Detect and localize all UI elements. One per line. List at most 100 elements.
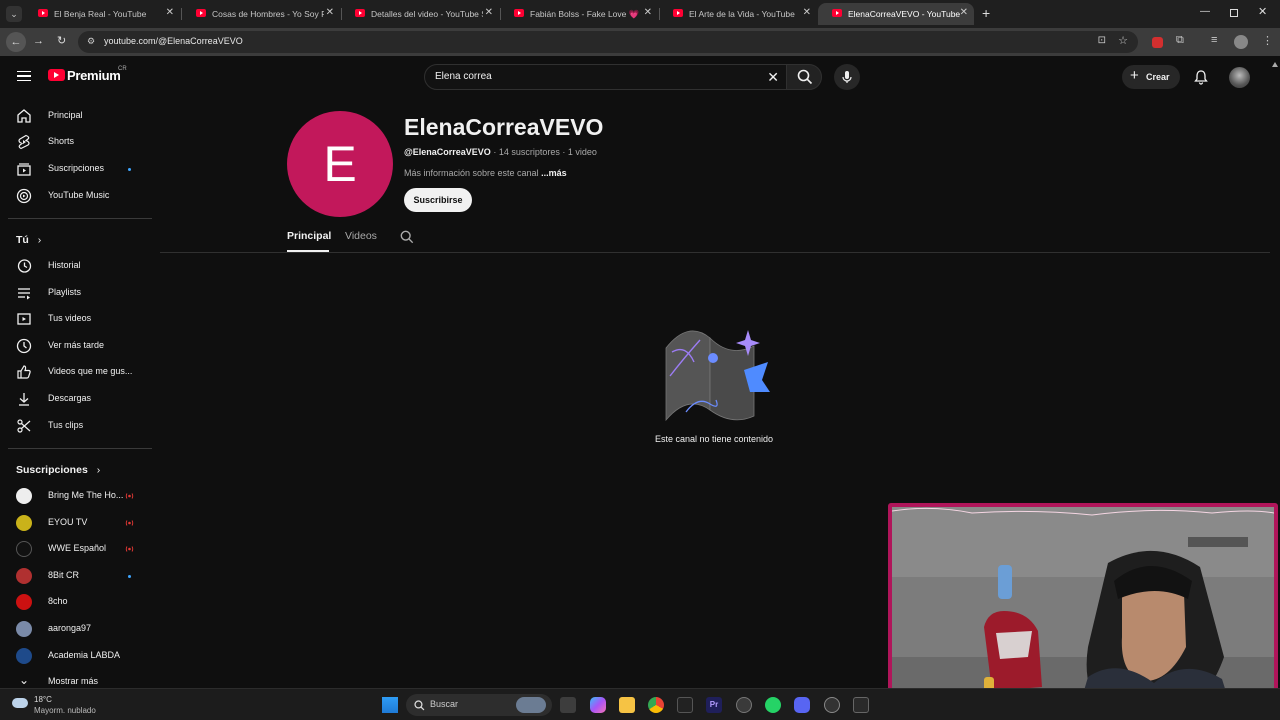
sidebar-item-label: Descargas — [48, 393, 92, 403]
browser-menu-icon[interactable]: ⋮ — [1262, 34, 1273, 47]
guide-menu-icon[interactable] — [17, 71, 31, 81]
channel-metadata: @ElenaCorreaVEVO · 14 suscriptores · 1 v… — [404, 147, 597, 157]
bookmark-star-icon[interactable]: ☆ — [1118, 34, 1128, 47]
channel-name: Bring Me The Ho... — [48, 490, 124, 500]
scroll-up-arrow-icon[interactable] — [1272, 62, 1278, 67]
channel-search-icon[interactable] — [400, 230, 414, 244]
search-button[interactable] — [786, 64, 822, 90]
sidebar-item-youtube-music[interactable]: YouTube Music — [0, 183, 152, 209]
sidebar-item-downloads[interactable]: Descargas — [0, 386, 152, 412]
media-controls-icon[interactable]: ≡ — [1211, 34, 1217, 46]
new-tab-icon[interactable]: + — [982, 5, 990, 21]
extensions-icon[interactable]: ⧉ — [1176, 34, 1184, 47]
chrome-icon[interactable] — [648, 697, 664, 713]
sidebar-channel-item[interactable]: Academia LABDA — [0, 643, 152, 669]
create-label: Crear — [1146, 72, 1170, 82]
capcut-icon[interactable] — [677, 697, 693, 713]
weather-widget[interactable]: 18°C Mayorm. nublado — [8, 692, 108, 718]
youtube-music-icon — [16, 188, 32, 204]
browser-tab[interactable]: Cosas de Hombres - Yo Soy Po ✕ — [182, 3, 340, 25]
sidebar-item-shorts[interactable]: Shorts — [0, 129, 152, 155]
sidebar-item-your-videos[interactable]: Tus videos — [0, 306, 152, 332]
minimize-icon[interactable]: — — [1200, 6, 1210, 17]
close-tab-icon[interactable]: ✕ — [485, 7, 493, 18]
media-player-icon[interactable] — [824, 697, 840, 713]
browser-tab[interactable]: El Benja Real - YouTube ✕ — [24, 3, 180, 25]
browser-tab[interactable]: Fabián Bolss - Fake Love 💗 (Vi ✕ — [500, 3, 658, 25]
voice-search-button[interactable] — [834, 64, 860, 90]
close-tab-icon[interactable]: ✕ — [803, 7, 811, 18]
windows-start-icon[interactable] — [382, 697, 398, 713]
channel-avatar — [16, 594, 32, 610]
reload-icon[interactable]: ↻ — [57, 34, 66, 47]
subscriber-count: 14 suscriptores — [498, 147, 560, 157]
account-avatar[interactable] — [1229, 67, 1250, 88]
weather-description: Mayorm. nublado — [34, 706, 96, 715]
sidebar-item-playlists[interactable]: Playlists — [0, 280, 152, 306]
plus-icon: + — [1130, 67, 1139, 84]
sidebar-channel-item[interactable]: WWE Español — [0, 536, 152, 562]
tab-videos[interactable]: Videos — [345, 230, 377, 242]
copilot-icon[interactable] — [590, 697, 606, 713]
sidebar-item-liked-videos[interactable]: Videos que me gus... — [0, 359, 152, 385]
install-app-icon[interactable]: ⊡ — [1098, 35, 1106, 46]
sidebar-you-heading[interactable]: Tú › — [16, 234, 41, 246]
discord-icon[interactable] — [794, 697, 810, 713]
address-bar[interactable]: ⚙ youtube.com/@ElenaCorreaVEVO ⊡ ☆ — [78, 31, 1138, 53]
sidebar-channel-item[interactable]: 8cho — [0, 589, 152, 615]
task-view-icon[interactable] — [560, 697, 576, 713]
sidebar-show-more[interactable]: ⌄ Mostrar más — [0, 669, 152, 688]
capcut-app-icon[interactable] — [853, 697, 869, 713]
sidebar-item-clips[interactable]: Tus clips — [0, 413, 152, 439]
tab-principal[interactable]: Principal — [287, 230, 331, 242]
sidebar-item-watch-later[interactable]: Ver más tarde — [0, 333, 152, 359]
sidebar-subscriptions-heading[interactable]: Suscripciones › — [16, 464, 100, 476]
browser-tab[interactable]: El Arte de la Vida - YouTube ✕ — [659, 3, 817, 25]
taskbar-search-placeholder: Buscar — [430, 699, 459, 709]
taskbar-search[interactable]: Buscar — [406, 694, 552, 716]
subscribe-button[interactable]: Suscribirse — [404, 188, 472, 212]
browser-tab[interactable]: Detalles del video - YouTube St ✕ — [341, 3, 499, 25]
create-button[interactable]: + Crear — [1122, 65, 1180, 89]
back-icon[interactable]: ← — [6, 32, 26, 52]
adblock-extension-icon[interactable] — [1152, 37, 1163, 48]
sidebar-item-subscriptions[interactable]: Suscripciones — [0, 156, 152, 182]
close-window-icon[interactable]: ✕ — [1258, 5, 1267, 18]
profile-avatar-icon[interactable] — [1234, 35, 1248, 49]
sidebar-channel-item[interactable]: aaronga97 — [0, 616, 152, 642]
weather-temperature: 18°C — [34, 695, 52, 704]
sidebar-item-home[interactable]: Principal — [0, 103, 152, 129]
notifications-bell-icon[interactable] — [1193, 69, 1209, 85]
sidebar-channel-item[interactable]: 8Bit CR — [0, 563, 152, 589]
forward-icon[interactable]: → — [33, 35, 44, 47]
tab-title: Cosas de Hombres - Yo Soy Po — [212, 9, 324, 19]
sidebar-item-history[interactable]: Historial — [0, 253, 152, 279]
site-settings-icon[interactable]: ⚙ — [87, 36, 95, 47]
channel-avatar — [16, 621, 32, 637]
search-highlight-icon — [516, 697, 546, 713]
windows-taskbar: 18°C Mayorm. nublado Buscar Pr — [0, 688, 1280, 720]
more-link[interactable]: ...más — [541, 168, 567, 178]
channel-description[interactable]: Más información sobre este canal ...más — [404, 168, 567, 178]
sidebar-channel-item[interactable]: Bring Me The Ho... — [0, 483, 152, 509]
channel-avatar-large: E — [287, 111, 393, 217]
search-icon — [797, 69, 813, 85]
browser-tab-active[interactable]: ElenaCorreaVEVO - YouTube ✕ — [818, 3, 974, 25]
close-tab-icon[interactable]: ✕ — [326, 7, 334, 18]
close-tab-icon[interactable]: ✕ — [960, 7, 968, 18]
maximize-icon[interactable] — [1230, 9, 1238, 17]
sidebar-item-label: Shorts — [48, 136, 75, 146]
whatsapp-icon[interactable] — [765, 697, 781, 713]
channel-name: Academia LABDA — [48, 650, 121, 660]
obs-icon[interactable] — [736, 697, 752, 713]
premiere-pro-icon[interactable]: Pr — [706, 697, 722, 713]
tab-list-dropdown-icon[interactable]: ⌄ — [6, 6, 22, 22]
search-input[interactable]: Elena correa ✕ — [424, 64, 788, 90]
file-explorer-icon[interactable] — [619, 697, 635, 713]
live-indicator-icon — [125, 520, 134, 526]
clear-search-icon[interactable]: ✕ — [767, 69, 779, 86]
close-tab-icon[interactable]: ✕ — [166, 7, 174, 18]
sidebar-channel-item[interactable]: EYOU TV — [0, 510, 152, 536]
sidebar-item-label: Ver más tarde — [48, 340, 105, 350]
close-tab-icon[interactable]: ✕ — [644, 7, 652, 18]
